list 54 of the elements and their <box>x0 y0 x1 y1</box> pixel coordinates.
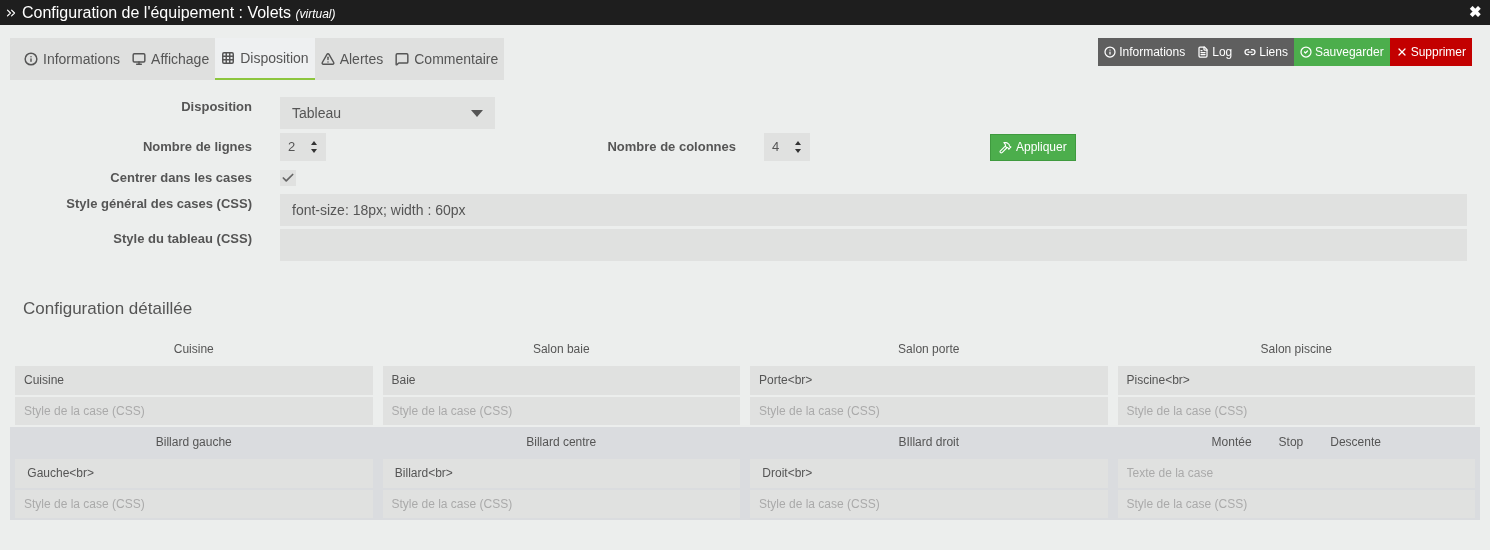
section-title: Configuration détaillée <box>23 298 194 320</box>
tab[interactable]: Alertes <box>314 38 390 80</box>
cell-text-field[interactable]: Billard<br> <box>382 458 740 488</box>
cell-title: Descente <box>1330 433 1381 451</box>
close-button[interactable]: ✖ <box>1469 1 1482 24</box>
cell-title: Cuisine <box>173 340 214 358</box>
hammer-icon <box>999 140 1012 154</box>
cell-title: Salon porte <box>898 340 960 358</box>
info-icon <box>1104 46 1117 58</box>
number-field[interactable]: 2 <box>280 133 326 161</box>
window-title: Configuration de l'équipement : Volets (virtual) <box>22 2 336 23</box>
field-label: Nombre de colonnes <box>606 138 736 157</box>
cell-text-field[interactable]: Piscine<br> <box>1117 365 1475 395</box>
cell-title: Montée <box>1211 433 1252 451</box>
action-button[interactable]: Liens <box>1238 38 1294 66</box>
tab[interactable]: Commentaire <box>389 38 505 80</box>
grid-icon <box>221 51 236 65</box>
cell-title: Billard gauche <box>155 433 232 451</box>
cell-text-field[interactable]: Gauche<br> <box>15 458 373 488</box>
dropdown-arrow-icon <box>471 109 483 117</box>
cell-text-field[interactable]: Porte<br> <box>750 365 1108 395</box>
cell-title: Billard centre <box>526 433 597 451</box>
stepper-arrows-icon <box>794 139 802 155</box>
speech-bubble-icon <box>395 52 410 66</box>
check-circle-icon <box>1299 46 1312 58</box>
tab[interactable]: Affichage <box>126 38 216 80</box>
field-label: Disposition <box>180 98 252 116</box>
checkbox[interactable] <box>280 170 296 186</box>
info-icon <box>24 52 38 66</box>
field-label: Style du tableau (CSS) <box>112 230 252 248</box>
tab[interactable]: Informations <box>10 38 127 80</box>
field-label: Style général des cases (CSS) <box>65 195 252 213</box>
cell-title: BIllard droit <box>898 433 960 451</box>
check-icon <box>281 171 295 185</box>
cell-title: Salon piscine <box>1260 340 1332 358</box>
warning-icon <box>320 52 335 66</box>
cell-text-field[interactable]: Droit<br> <box>750 458 1108 488</box>
tab[interactable]: Disposition <box>215 38 315 80</box>
cell-title: Salon baie <box>532 340 590 358</box>
select-field[interactable]: Tableau <box>280 97 495 129</box>
field-label: Centrer dans les cases <box>109 169 252 188</box>
stepper-arrows-icon <box>310 139 318 155</box>
link-icon <box>1244 46 1257 58</box>
field-label: Nombre de lignes <box>141 138 252 157</box>
cell-title: Stop <box>1278 433 1304 451</box>
cell-text-field[interactable]: Baie <box>382 365 740 395</box>
number-field[interactable]: 4 <box>764 133 810 161</box>
action-button[interactable]: Log <box>1191 38 1239 66</box>
document-icon <box>1197 46 1210 58</box>
action-button[interactable]: Informations <box>1098 38 1192 66</box>
css-field[interactable]: font-size: 18px; width : 60px <box>280 194 1467 226</box>
cell-text-field[interactable]: Cuisine <box>15 365 373 395</box>
action-button[interactable]: Supprimer <box>1389 38 1472 66</box>
monitor-icon <box>132 52 147 66</box>
